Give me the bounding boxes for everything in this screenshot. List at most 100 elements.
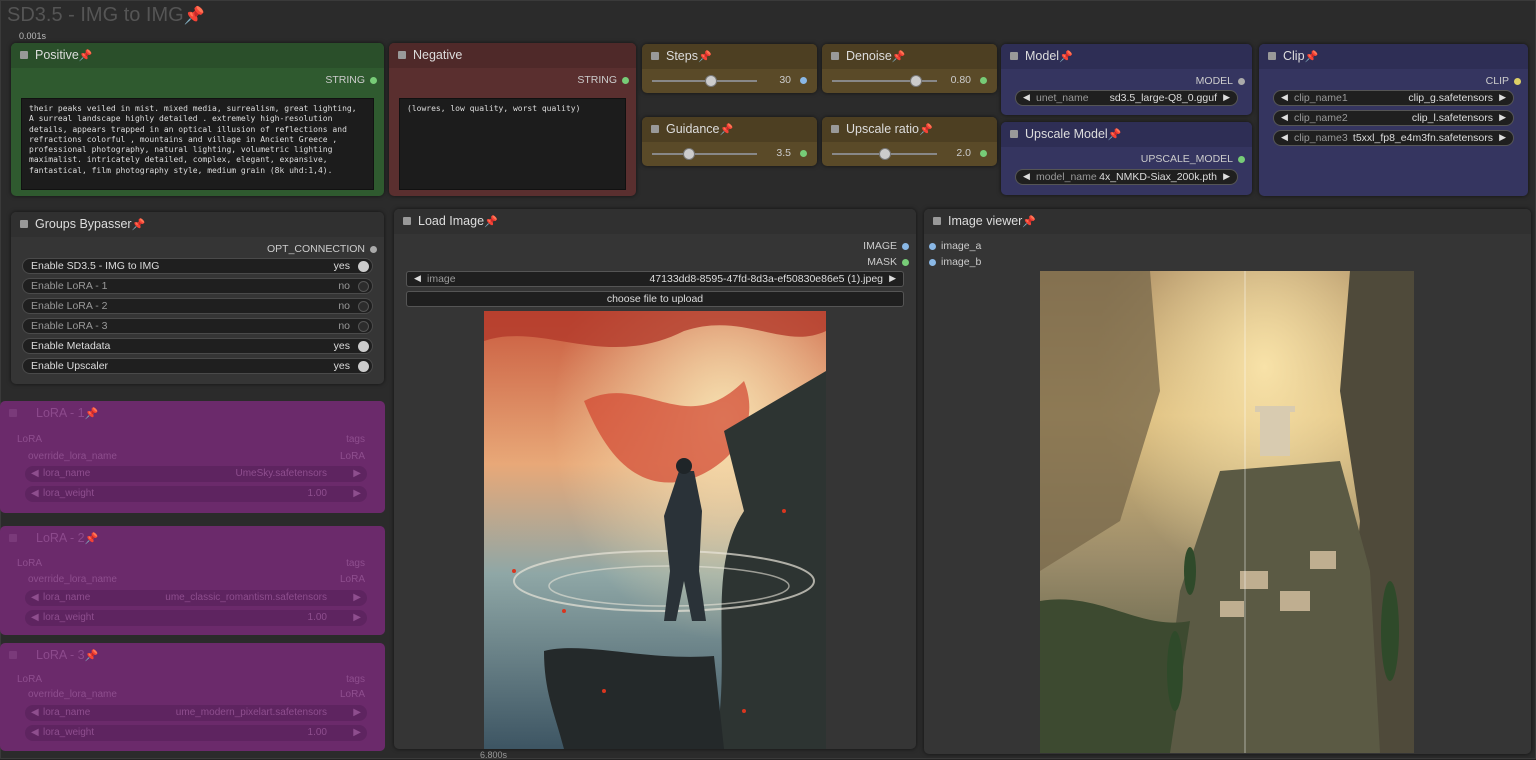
denoise-node[interactable]: Denoise📌 0.80 <box>822 44 997 93</box>
lora-name-combo[interactable]: ◀ lora_name ume_classic_romantism.safetens… <box>25 590 367 606</box>
override-input[interactable]: override_lora_name <box>28 451 117 462</box>
left-arrow-icon[interactable]: ◀ <box>31 707 39 718</box>
guidance-node[interactable]: Guidance📌 3.5 <box>642 117 817 166</box>
right-arrow-icon[interactable]: ▶ <box>889 273 896 284</box>
output-image-preview[interactable] <box>1040 271 1414 753</box>
model-node[interactable]: Model📌 MODEL ◀ unet_name sd3.5_large-Q8_0.… <box>1001 44 1252 115</box>
clip-name3-combo[interactable]: ◀ clip_name3 t5xxl_fp8_e4m3fn.safetensors ▶ <box>1273 130 1514 146</box>
upload-button[interactable]: choose file to upload <box>406 291 904 307</box>
toggle-knob[interactable] <box>358 321 369 332</box>
slider-knob[interactable] <box>910 75 922 87</box>
tags-output[interactable]: tags <box>346 674 365 685</box>
left-arrow-icon[interactable]: ◀ <box>31 727 39 738</box>
image-viewer-title[interactable]: Image viewer📌 <box>924 209 1531 234</box>
toggle-knob[interactable] <box>358 301 369 312</box>
model-title[interactable]: Model📌 <box>1001 44 1252 69</box>
steps-node[interactable]: Steps📌 30 <box>642 44 817 93</box>
negative-prompt-textarea[interactable]: (lowres, low quality, worst quality) <box>399 98 626 190</box>
slider-knob[interactable] <box>878 148 891 160</box>
lora-input[interactable]: LoRA <box>17 558 42 569</box>
left-arrow-icon[interactable]: ◀ <box>414 273 421 284</box>
toggle-knob[interactable] <box>358 261 369 272</box>
lora-3-node[interactable]: LoRA - 3📌 LoRA tags override_lora_name L… <box>0 643 385 751</box>
unet-name-combo[interactable]: ◀ unet_name sd3.5_large-Q8_0.gguf ▶ <box>1015 90 1238 106</box>
image-b-input[interactable]: image_b <box>929 256 981 268</box>
left-arrow-icon[interactable]: ◀ <box>31 468 39 479</box>
right-arrow-icon[interactable]: ▶ <box>353 612 361 623</box>
lora-output[interactable]: LoRA <box>340 574 365 585</box>
upscale-ratio-slider[interactable]: 2.0 <box>832 146 987 162</box>
upscale-model-output[interactable]: UPSCALE_MODEL <box>1141 153 1245 165</box>
toggle-upscaler[interactable]: Enable Upscaler yes <box>22 358 373 374</box>
toggle-metadata[interactable]: Enable Metadata yes <box>22 338 373 354</box>
toggle-knob[interactable] <box>358 361 369 372</box>
lora-2-node[interactable]: LoRA - 2📌 LoRA tags override_lora_name L… <box>0 526 385 635</box>
toggle-sd35-img2img[interactable]: Enable SD3.5 - IMG to IMG yes <box>22 258 373 274</box>
tags-output[interactable]: tags <box>346 558 365 569</box>
toggle-lora-1[interactable]: Enable LoRA - 1 no <box>22 278 373 294</box>
right-arrow-icon[interactable]: ▶ <box>353 707 361 718</box>
negative-node[interactable]: Negative STRING (lowres, low quality, wo… <box>389 43 636 196</box>
lora-name-combo[interactable]: ◀ lora_name ume_modern_pixelart.safetensor… <box>25 705 367 721</box>
lora-weight-combo[interactable]: ◀ lora_weight 1.00 ▶ <box>25 486 367 502</box>
right-arrow-icon[interactable]: ▶ <box>1499 132 1506 143</box>
override-input[interactable]: override_lora_name <box>28 689 117 700</box>
output-dot[interactable] <box>980 150 987 157</box>
clip-output[interactable]: CLIP <box>1486 75 1521 87</box>
left-arrow-icon[interactable]: ◀ <box>31 612 39 623</box>
guidance-title[interactable]: Guidance📌 <box>642 117 817 142</box>
denoise-title[interactable]: Denoise📌 <box>822 44 997 69</box>
workflow-canvas[interactable]: SD3.5 - IMG to IMG📌 0.001s Positive📌 STR… <box>0 0 1536 760</box>
clip-name1-combo[interactable]: ◀ clip_name1 clip_g.safetensors ▶ <box>1273 90 1514 106</box>
positive-title[interactable]: Positive📌 <box>11 43 384 68</box>
output-dot[interactable] <box>370 245 377 253</box>
model-output[interactable]: MODEL <box>1196 75 1245 87</box>
right-arrow-icon[interactable]: ▶ <box>353 468 361 479</box>
lora-weight-combo[interactable]: ◀ lora_weight 1.00 ▶ <box>25 725 367 741</box>
output-dot[interactable] <box>902 258 909 266</box>
left-arrow-icon[interactable]: ◀ <box>1281 112 1288 123</box>
toggle-lora-3[interactable]: Enable LoRA - 3 no <box>22 318 373 334</box>
image-output[interactable]: IMAGE <box>863 240 909 252</box>
left-arrow-icon[interactable]: ◀ <box>1023 92 1030 103</box>
left-arrow-icon[interactable]: ◀ <box>1281 92 1288 103</box>
group-title[interactable]: SD3.5 - IMG to IMG📌 <box>7 4 205 27</box>
clip-title[interactable]: Clip📌 <box>1259 44 1528 69</box>
right-arrow-icon[interactable]: ▶ <box>353 727 361 738</box>
lora-title[interactable]: LoRA - 1📌 <box>0 401 385 426</box>
image-a-input[interactable]: image_a <box>929 240 981 252</box>
positive-output[interactable]: STRING <box>325 74 377 86</box>
steps-title[interactable]: Steps📌 <box>642 44 817 69</box>
upscale-model-node[interactable]: Upscale Model📌 UPSCALE_MODEL ◀ model_name… <box>1001 122 1252 195</box>
toggle-knob[interactable] <box>358 281 369 292</box>
bypasser-title[interactable]: Groups Bypasser📌 <box>11 212 384 237</box>
output-dot[interactable] <box>622 76 629 84</box>
lora-name-combo[interactable]: ◀ lora_name UmeSky.safetensors ▶ <box>25 466 367 482</box>
right-arrow-icon[interactable]: ▶ <box>1223 171 1230 182</box>
left-arrow-icon[interactable]: ◀ <box>1023 171 1030 182</box>
right-arrow-icon[interactable]: ▶ <box>353 592 361 603</box>
lora-output[interactable]: LoRA <box>340 689 365 700</box>
right-arrow-icon[interactable]: ▶ <box>1223 92 1230 103</box>
output-dot[interactable] <box>1514 77 1521 85</box>
upscale-model-title[interactable]: Upscale Model📌 <box>1001 122 1252 147</box>
denoise-slider[interactable]: 0.80 <box>832 73 987 89</box>
groups-bypasser-node[interactable]: Groups Bypasser📌 OPT_CONNECTION Enable S… <box>11 212 384 384</box>
input-dot[interactable] <box>929 242 936 250</box>
negative-output[interactable]: STRING <box>577 74 629 86</box>
output-dot[interactable] <box>1238 77 1245 85</box>
positive-node[interactable]: Positive📌 STRING their peaks veiled in m… <box>11 43 384 196</box>
left-arrow-icon[interactable]: ◀ <box>31 488 39 499</box>
clip-node[interactable]: Clip📌 CLIP ◀ clip_name1 clip_g.safetensors… <box>1259 44 1528 196</box>
negative-title[interactable]: Negative <box>389 43 636 68</box>
slider-knob[interactable] <box>682 148 695 160</box>
tags-output[interactable]: tags <box>346 434 365 445</box>
input-dot[interactable] <box>929 258 936 266</box>
slider-knob[interactable] <box>704 75 717 87</box>
guidance-slider[interactable]: 3.5 <box>652 146 807 162</box>
image-file-combo[interactable]: ◀ image 47133dd8-8595-47fd-8d3a-ef50830e86… <box>406 271 904 287</box>
lora-1-node[interactable]: LoRA - 1📌 LoRA tags override_lora_name L… <box>0 401 385 513</box>
upscale-ratio-title[interactable]: Upscale ratio📌 <box>822 117 997 142</box>
clip-name2-combo[interactable]: ◀ clip_name2 clip_l.safetensors ▶ <box>1273 110 1514 126</box>
upscale-model-combo[interactable]: ◀ model_name 4x_NMKD-Siax_200k.pth ▶ <box>1015 169 1238 185</box>
